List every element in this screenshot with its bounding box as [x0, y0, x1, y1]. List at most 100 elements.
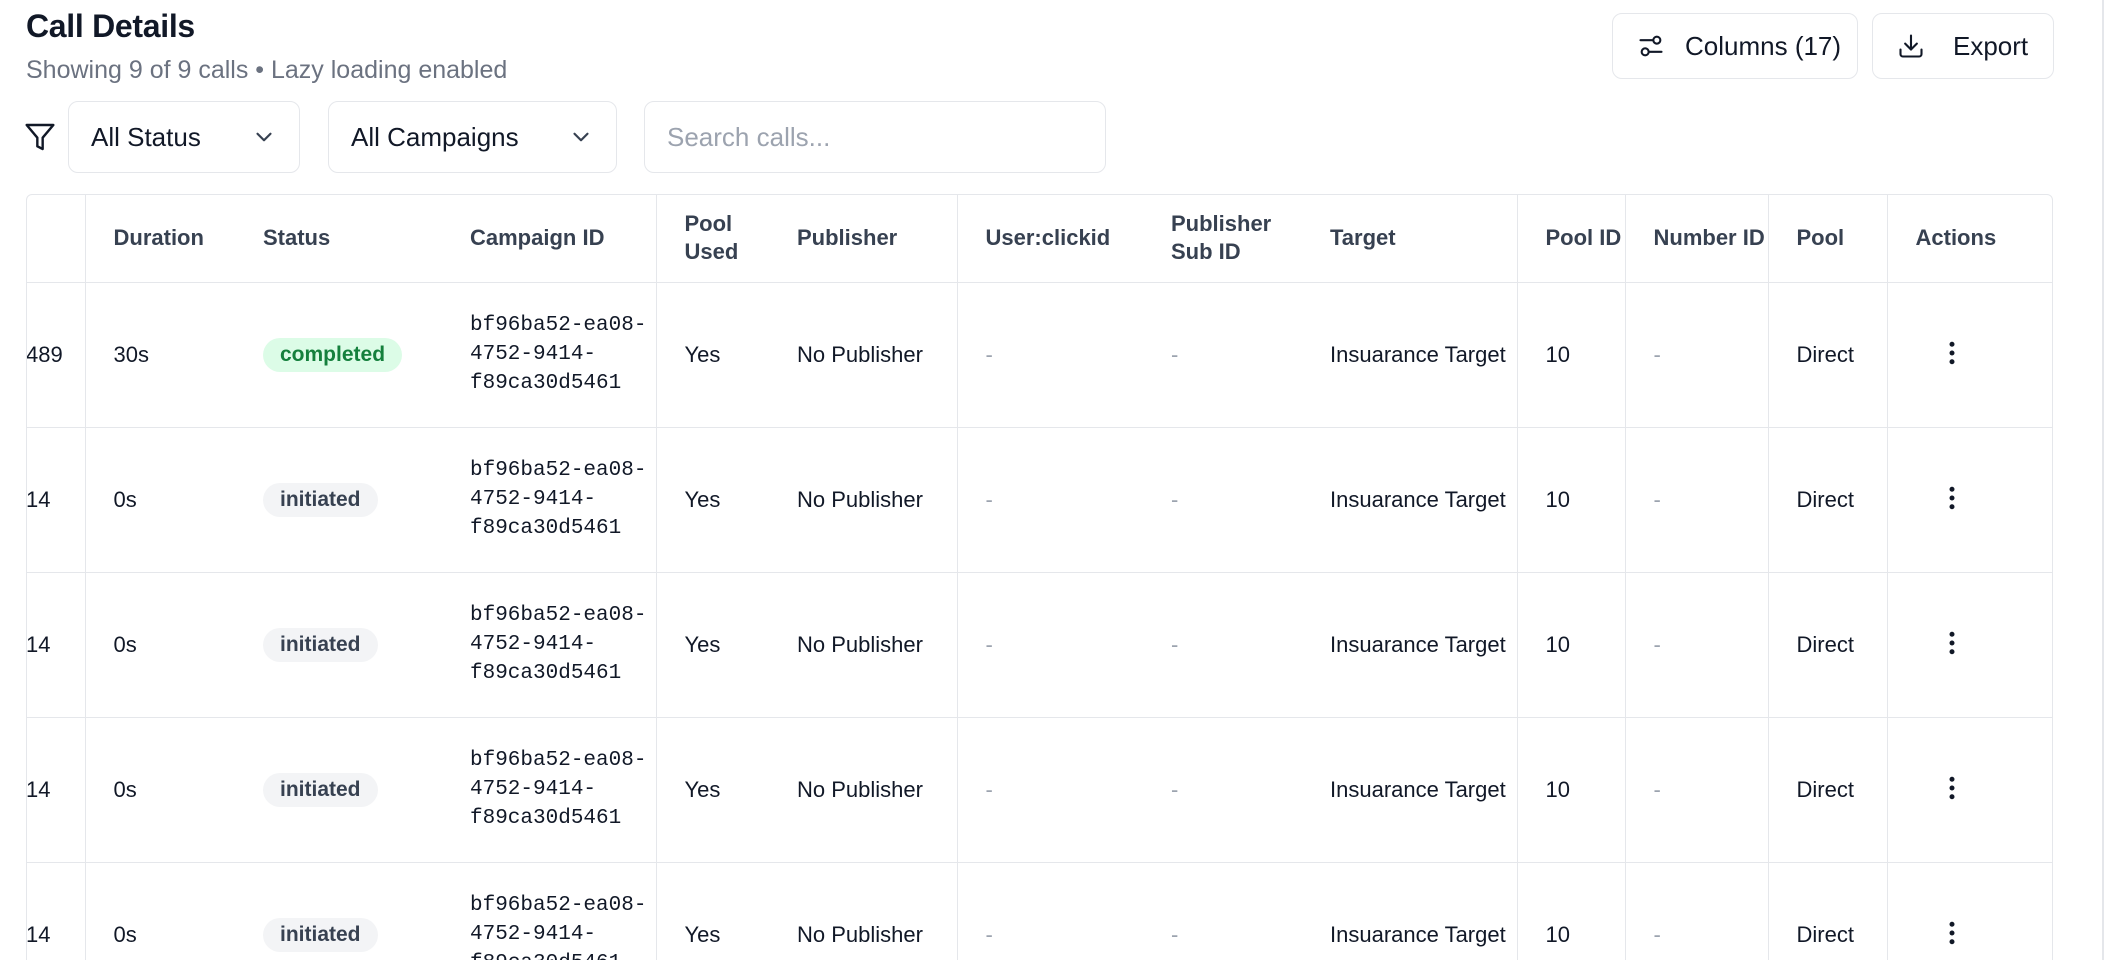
columns-button-label: Columns (17)	[1685, 30, 1842, 61]
column-header-pool[interactable]: Pool	[1768, 195, 1888, 283]
campaign-filter-select[interactable]: All Campaigns	[328, 101, 617, 173]
status-badge: completed	[263, 337, 403, 372]
column-header-number-id[interactable]: Number ID	[1625, 195, 1769, 283]
cell-actions	[1887, 282, 2052, 428]
cell-user-clickid: -	[957, 862, 1143, 960]
download-icon	[1895, 30, 1927, 62]
page-title: Call Details	[26, 8, 195, 44]
cell-user-clickid: -	[957, 427, 1143, 573]
cell-actions	[1887, 427, 2052, 573]
cell-user-clickid: -	[957, 717, 1143, 863]
table-row[interactable]: 140s initiated bf96ba52-ea08-4752-9414-f89…	[27, 862, 2052, 960]
table-row[interactable]: 140s initiated bf96ba52-ea08-4752-9414-f89…	[27, 427, 2052, 573]
page-subtitle: Showing 9 of 9 calls • Lazy loading enab…	[26, 56, 508, 84]
status-filter-select[interactable]: All Status	[68, 101, 300, 173]
cell-lead: 14	[27, 717, 86, 863]
cell-pool-id: 10	[1517, 282, 1626, 428]
cell-publisher: No Publisher	[769, 427, 958, 573]
cell-pool-used: Yes	[656, 282, 769, 428]
cell-target: Insuarance Target	[1302, 282, 1518, 428]
column-header-lead[interactable]	[27, 195, 86, 283]
cell-pool: Direct	[1768, 282, 1888, 428]
cell-status: completed	[235, 282, 442, 428]
status-badge: initiated	[263, 917, 378, 952]
cell-pool-id: 10	[1517, 717, 1626, 863]
cell-pool: Direct	[1768, 572, 1888, 718]
cell-duration: 0s	[85, 862, 235, 960]
page-scrollbar[interactable]	[2102, 0, 2104, 960]
cell-number-id: -	[1625, 717, 1769, 863]
cell-lead: 14	[27, 572, 86, 718]
cell-status: initiated	[235, 572, 442, 718]
column-header-actions: Actions	[1887, 195, 2052, 283]
table-header-row: Duration Status Campaign ID Pool Used Pu…	[27, 195, 2052, 283]
columns-button[interactable]: Columns (17)	[1612, 13, 1858, 79]
export-button-label: Export	[1953, 30, 2029, 61]
column-header-publisher[interactable]: Publisher	[769, 195, 958, 283]
cell-publisher-sub-id: -	[1143, 717, 1302, 863]
cell-publisher: No Publisher	[769, 282, 958, 428]
cell-publisher-sub-id: -	[1143, 572, 1302, 718]
cell-pool-used: Yes	[656, 572, 769, 718]
cell-duration: 0s	[85, 572, 235, 718]
cell-pool: Direct	[1768, 862, 1888, 960]
status-badge: initiated	[263, 772, 378, 807]
cell-pool: Direct	[1768, 717, 1888, 863]
cell-pool: Direct	[1768, 427, 1888, 573]
calls-table-container: Duration Status Campaign ID Pool Used Pu…	[26, 194, 2053, 960]
cell-number-id: -	[1625, 862, 1769, 960]
more-vertical-icon[interactable]	[1934, 915, 1970, 951]
cell-status: initiated	[235, 862, 442, 960]
cell-campaign-id: bf96ba52-ea08-4752-9414-f89ca30d5461	[442, 717, 657, 863]
cell-pool-id: 10	[1517, 572, 1626, 718]
table-row[interactable]: 489 30s completed bf96ba52-ea08-4752-9414-f…	[27, 282, 2052, 428]
column-header-target[interactable]: Target	[1302, 195, 1518, 283]
cell-lead: 489	[27, 282, 86, 428]
cell-actions	[1887, 572, 2052, 718]
cell-target: Insuarance Target	[1302, 572, 1518, 718]
more-vertical-icon[interactable]	[1934, 770, 1970, 806]
cell-duration: 0s	[85, 717, 235, 863]
column-header-user-clickid[interactable]: User:clickid	[957, 195, 1143, 283]
cell-campaign-id: bf96ba52-ea08-4752-9414-f89ca30d5461	[442, 862, 657, 960]
cell-pool-id: 10	[1517, 427, 1626, 573]
status-filter-value: All Status	[91, 121, 201, 152]
cell-publisher: No Publisher	[769, 717, 958, 863]
column-header-pool-id[interactable]: Pool ID	[1517, 195, 1626, 283]
cell-pool-used: Yes	[656, 427, 769, 573]
cell-number-id: -	[1625, 572, 1769, 718]
cell-campaign-id: bf96ba52-ea08-4752-9414-f89ca30d5461	[442, 282, 657, 428]
chevron-down-icon	[251, 124, 277, 150]
cell-publisher: No Publisher	[769, 572, 958, 718]
cell-user-clickid: -	[957, 282, 1143, 428]
cell-campaign-id: bf96ba52-ea08-4752-9414-f89ca30d5461	[442, 427, 657, 573]
column-header-status[interactable]: Status	[235, 195, 442, 283]
status-badge: initiated	[263, 482, 378, 517]
more-vertical-icon[interactable]	[1934, 480, 1970, 516]
cell-publisher: No Publisher	[769, 862, 958, 960]
cell-actions	[1887, 862, 2052, 960]
column-header-campaign-id[interactable]: Campaign ID	[442, 195, 657, 283]
status-badge: initiated	[263, 627, 378, 662]
table-row[interactable]: 140s initiated bf96ba52-ea08-4752-9414-f89…	[27, 717, 2052, 863]
cell-publisher-sub-id: -	[1143, 282, 1302, 428]
cell-publisher-sub-id: -	[1143, 862, 1302, 960]
cell-pool-used: Yes	[656, 717, 769, 863]
cell-duration: 0s	[85, 427, 235, 573]
cell-pool-used: Yes	[656, 862, 769, 960]
column-header-duration[interactable]: Duration	[85, 195, 235, 283]
column-header-publisher-sub-id[interactable]: Publisher Sub ID	[1143, 195, 1302, 283]
calls-table: Duration Status Campaign ID Pool Used Pu…	[27, 195, 2052, 960]
cell-lead: 14	[27, 427, 86, 573]
more-vertical-icon[interactable]	[1934, 625, 1970, 661]
cell-status: initiated	[235, 427, 442, 573]
search-input[interactable]	[644, 101, 1106, 173]
campaign-filter-value: All Campaigns	[351, 121, 519, 152]
column-header-pool-used[interactable]: Pool Used	[656, 195, 769, 283]
table-row[interactable]: 140s initiated bf96ba52-ea08-4752-9414-f89…	[27, 572, 2052, 718]
cell-target: Insuarance Target	[1302, 862, 1518, 960]
export-button[interactable]: Export	[1872, 13, 2054, 79]
more-vertical-icon[interactable]	[1934, 335, 1970, 371]
chevron-down-icon	[568, 124, 594, 150]
sliders-icon	[1635, 30, 1667, 62]
